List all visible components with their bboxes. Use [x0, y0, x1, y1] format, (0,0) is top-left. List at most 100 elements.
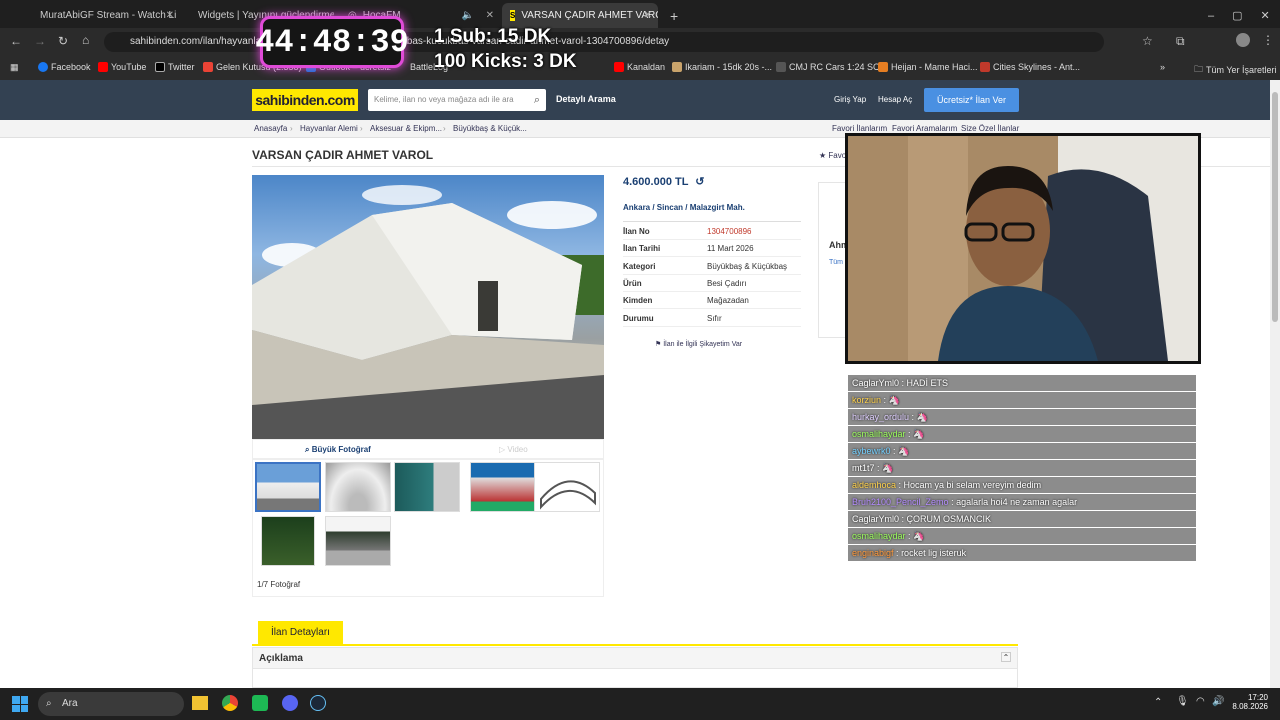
tray-chevron-icon[interactable]: ⌃ — [1154, 697, 1162, 708]
search-icon: ⌕ — [46, 698, 52, 709]
thumbnail-4[interactable] — [470, 462, 536, 512]
kicks-goal-text: 100 Kicks: 3 DK — [434, 51, 577, 72]
breadcrumb-item[interactable]: Aksesuar & Ekipm... — [370, 124, 442, 133]
windows-start-icon[interactable] — [12, 696, 28, 712]
all-bookmarks[interactable]: 🗀 Tüm Yer İşaretleri — [1194, 62, 1277, 78]
chrome-icon[interactable] — [222, 695, 238, 711]
breadcrumb-item[interactable]: Hayvanlar Alemi — [300, 124, 358, 133]
location[interactable]: Ankara / Sincan / Malazgirt Mah. — [623, 203, 745, 212]
bookmark-cmj[interactable]: CMJ RC Cars 1:24 SC... — [776, 62, 887, 72]
top-link[interactable]: Favori Aramalarım — [892, 124, 957, 133]
breadcrumb-item[interactable]: Büyükbaş & Küçük... — [453, 124, 527, 133]
description-header[interactable]: Açıklama ⌃ — [252, 647, 1018, 669]
top-link[interactable]: Favori İlanlarım — [832, 124, 887, 133]
close-icon[interactable]: ✕ — [644, 10, 652, 21]
streamer-camera — [848, 136, 1198, 361]
detail-row: Kategori Büyükbaş & Küçükbaş — [623, 258, 801, 275]
search-icon[interactable]: ⌕ — [534, 89, 540, 111]
listing-title: VARSAN ÇADIR AHMET VAROL — [252, 148, 434, 162]
breadcrumb-item[interactable]: Anasayfa — [254, 124, 287, 133]
extensions-icon[interactable]: ⧉ — [1176, 34, 1185, 49]
ikariam-icon — [672, 62, 682, 72]
facebook-icon — [38, 62, 48, 72]
microphone-icon[interactable]: 🎙 — [1176, 696, 1189, 707]
thumbnail-1[interactable] — [255, 462, 321, 512]
scrollbar-thumb[interactable] — [1272, 92, 1278, 322]
chat-message: CaglarYml0 : HADİ ETS — [848, 375, 1196, 391]
detail-row: İlan Tarihi 11 Mart 2026 — [623, 240, 801, 257]
window-controls[interactable]: –▢✕ — [1200, 3, 1280, 28]
bookmark-youtube[interactable]: YouTube — [98, 62, 146, 72]
site-logo[interactable]: sahibinden.com — [252, 89, 358, 111]
tab-ad-details[interactable]: İlan Detayları — [258, 621, 343, 644]
chat-message: hurkay_ordulu : 🦄 — [848, 409, 1196, 425]
thumbnail-5[interactable] — [534, 462, 600, 512]
clock[interactable]: 17:20 8.08.2026 — [1230, 693, 1268, 711]
tent-photo-illustration — [252, 185, 604, 439]
chat-message: osmalihaydar : 🦄 — [848, 426, 1196, 442]
wifi-icon[interactable]: ◠ — [1196, 696, 1205, 707]
main-photo[interactable] — [252, 175, 604, 439]
home-icon[interactable]: ⌂ — [82, 33, 89, 47]
history-icon[interactable]: ↺ — [695, 176, 704, 188]
sub-goal-text: 1 Sub: 15 DK — [434, 26, 552, 47]
price: 4.600.000 TL ↺ — [623, 176, 705, 188]
tab-stream[interactable]: MuratAbiGF Stream - Watch Li ✕ — [26, 3, 180, 28]
top-link[interactable]: Size Özel İlanlar — [961, 124, 1019, 133]
bookmark-heijan[interactable]: Heijan - Mame Haci... — [878, 62, 978, 72]
discord-icon[interactable] — [282, 695, 298, 711]
detail-row: Kimden Mağazadan — [623, 292, 801, 309]
youtube-icon — [614, 62, 624, 72]
volume-icon[interactable]: 🔊 — [1212, 696, 1224, 707]
search-input[interactable]: Kelime, ilan no veya mağaza adı ile ara … — [368, 89, 546, 111]
seller-all-link[interactable]: Tüm — [829, 259, 843, 266]
webcam-overlay — [845, 133, 1201, 364]
browser-tab-bar: MuratAbiGF Stream - Watch Li ✕ Widgets |… — [0, 0, 1280, 28]
file-explorer-icon[interactable] — [192, 696, 208, 710]
thumbnail-3[interactable] — [394, 462, 460, 512]
photo-actions: ⌕ Büyük Fotoğraf ▷ Video — [252, 439, 604, 459]
register-link[interactable]: Hesap Aç — [878, 95, 912, 104]
bookmark-twitter[interactable]: Twitter — [155, 62, 195, 72]
menu-icon[interactable]: ⋮ — [1262, 33, 1274, 47]
thumbnail-7[interactable] — [325, 516, 391, 566]
video-button[interactable]: ▷ Video — [499, 445, 528, 454]
tab-sahibinden[interactable]: S VARSAN ÇADIR AHMET VAROL ✕ — [502, 3, 658, 28]
thumbnail-2[interactable] — [325, 462, 391, 512]
close-icon[interactable]: ✕ — [166, 10, 174, 21]
taskbar-search[interactable]: ⌕ Ara — [38, 692, 184, 716]
chat-message: mt1t7 : 🦄 — [848, 460, 1196, 476]
new-tab-button[interactable]: + — [662, 3, 682, 28]
post-ad-button[interactable]: Ücretsiz* İlan Ver — [924, 88, 1019, 112]
chat-message: korziun : 🦄 — [848, 392, 1196, 408]
speaker-icon[interactable]: 🔈 — [462, 10, 474, 21]
more-bookmarks-icon[interactable]: » — [1160, 62, 1165, 72]
address-bar[interactable]: sahibinden.com/ilan/hayvanlar-alemi-akse… — [104, 32, 1104, 52]
collapse-icon[interactable]: ⌃ — [1001, 652, 1011, 662]
bookmark-facebook[interactable]: Facebook — [38, 62, 91, 72]
big-photo-button[interactable]: ⌕ Büyük Fotoğraf — [305, 445, 371, 455]
youtube-icon — [98, 62, 108, 72]
reload-icon[interactable]: ↻ — [58, 34, 68, 48]
detailed-search-link[interactable]: Detaylı Arama — [556, 94, 616, 104]
thumbnail-6[interactable] — [261, 516, 315, 566]
apps-icon[interactable]: ▦ — [10, 62, 19, 73]
profile-icon[interactable] — [1236, 33, 1250, 47]
star-icon[interactable]: ☆ — [1142, 34, 1153, 48]
favorite-link[interactable]: ★ Favo — [819, 151, 846, 160]
taskbar: ⌕ Ara ⌃ 🎙 ◠ 🔊 17:20 8.08.2026 — [0, 688, 1280, 720]
x-icon — [155, 62, 165, 72]
chat-message: CaglarYml0 : ÇORUM OSMANCIK — [848, 511, 1196, 527]
close-icon[interactable]: ✕ — [486, 10, 494, 21]
complaint-link[interactable]: ⚑ İlan ile İlgili Şikayetim Var — [655, 340, 742, 348]
bookmark-ikariam[interactable]: Ikariam - 15dk 20s -... — [672, 62, 772, 72]
forward-icon[interactable]: → — [34, 34, 46, 48]
page-scrollbar[interactable] — [1270, 80, 1280, 688]
login-link[interactable]: Giriş Yap — [834, 95, 866, 104]
steam-icon[interactable] — [310, 695, 326, 711]
photo-counter: 1/7 Fotoğraf — [257, 580, 301, 589]
bookmark-cities[interactable]: Cities Skylines - Ant... — [980, 62, 1080, 72]
back-icon[interactable]: ← — [10, 34, 22, 48]
bookmark-kanaldan[interactable]: Kanaldan — [614, 62, 665, 72]
app-icon[interactable] — [252, 695, 268, 711]
